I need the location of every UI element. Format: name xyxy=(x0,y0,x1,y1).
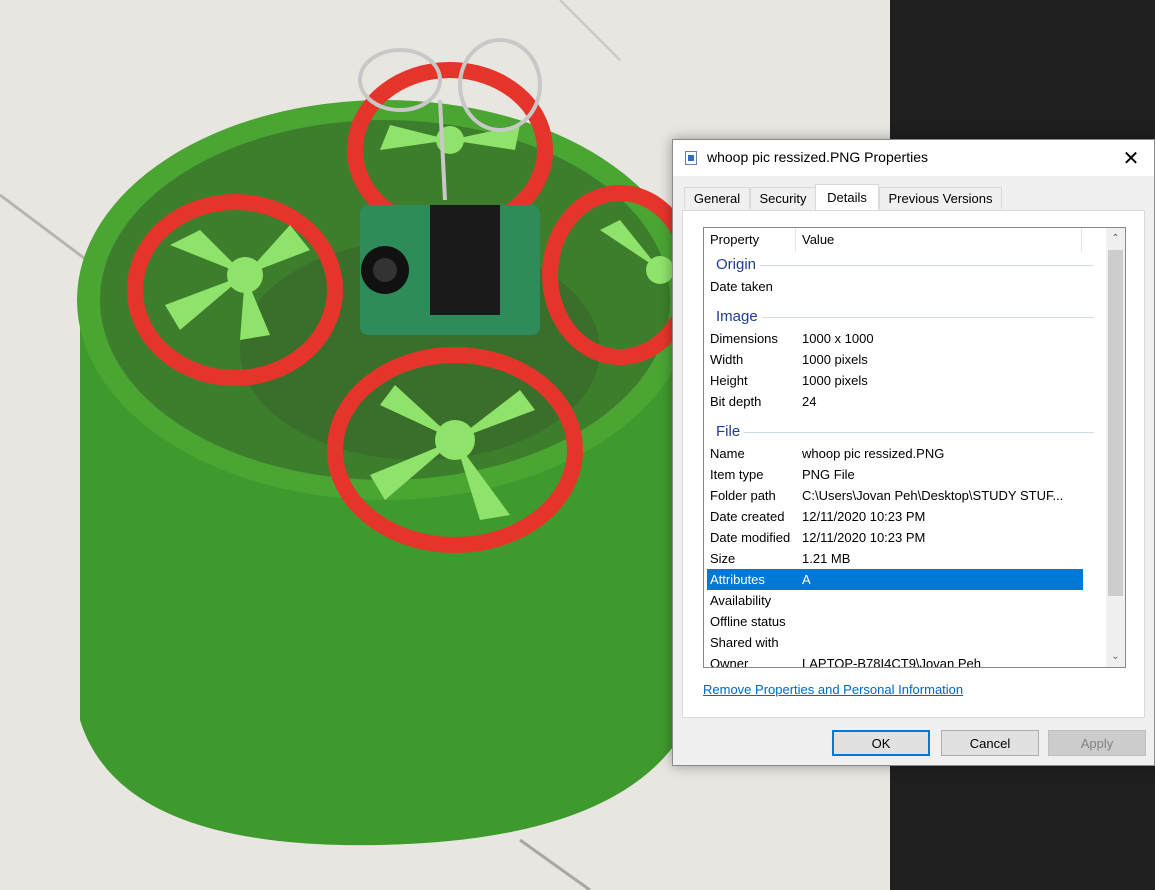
group-header-file: File xyxy=(704,419,1106,443)
tab-security[interactable]: Security xyxy=(750,187,816,209)
list-item[interactable]: Bit depth 24 xyxy=(704,391,1106,412)
list-item[interactable]: Offline status xyxy=(704,611,1106,632)
property-list[interactable]: Property Value Origin Date taken Image D… xyxy=(703,227,1126,668)
list-item[interactable]: Height 1000 pixels xyxy=(704,370,1106,391)
group-header-image: Image xyxy=(704,304,1106,328)
column-header-property[interactable]: Property xyxy=(704,228,796,252)
list-item[interactable]: Date taken xyxy=(704,276,1106,297)
list-item-selected[interactable]: Attributes A xyxy=(707,569,1083,590)
title-bar[interactable]: whoop pic ressized.PNG Properties ✕ xyxy=(673,140,1154,176)
list-item[interactable]: Date modified 12/11/2020 10:23 PM xyxy=(704,527,1106,548)
list-item[interactable]: Width 1000 pixels xyxy=(704,349,1106,370)
list-item[interactable]: Dimensions 1000 x 1000 xyxy=(704,328,1106,349)
list-item[interactable]: Availability xyxy=(704,590,1106,611)
image-file-icon xyxy=(685,151,697,165)
tab-general[interactable]: General xyxy=(684,187,750,209)
property-rows: Origin Date taken Image Dimensions 1000 x… xyxy=(704,252,1106,667)
scroll-up-icon[interactable]: ⌃ xyxy=(1106,230,1125,247)
list-item[interactable]: Shared with xyxy=(704,632,1106,653)
scrollbar-thumb[interactable] xyxy=(1108,250,1123,596)
cancel-button[interactable]: Cancel xyxy=(941,730,1039,756)
list-header: Property Value xyxy=(704,228,1106,252)
close-icon: ✕ xyxy=(1122,147,1140,170)
tab-details[interactable]: Details xyxy=(815,184,879,210)
column-header-value[interactable]: Value xyxy=(796,228,1082,252)
ok-button[interactable]: OK xyxy=(832,730,930,756)
list-item[interactable]: Date created 12/11/2020 10:23 PM xyxy=(704,506,1106,527)
remove-properties-link[interactable]: Remove Properties and Personal Informati… xyxy=(703,682,963,697)
properties-dialog: whoop pic ressized.PNG Properties ✕ Gene… xyxy=(672,139,1155,766)
vertical-scrollbar[interactable]: ⌃ ⌄ xyxy=(1106,228,1125,667)
list-item[interactable]: Size 1.21 MB xyxy=(704,548,1106,569)
group-header-origin: Origin xyxy=(704,252,1106,276)
tab-previous-versions[interactable]: Previous Versions xyxy=(879,187,1002,209)
scroll-down-icon[interactable]: ⌄ xyxy=(1106,648,1125,665)
list-item[interactable]: Item type PNG File xyxy=(704,464,1106,485)
close-button[interactable]: ✕ xyxy=(1108,140,1154,176)
dialog-title: whoop pic ressized.PNG Properties xyxy=(707,149,928,165)
list-item[interactable]: Name whoop pic ressized.PNG xyxy=(704,443,1106,464)
details-panel: Property Value Origin Date taken Image D… xyxy=(682,210,1145,718)
list-item[interactable]: Folder path C:\Users\Jovan Peh\Desktop\ST… xyxy=(704,485,1106,506)
apply-button[interactable]: Apply xyxy=(1048,730,1146,756)
list-item[interactable]: Owner LAPTOP-B78I4CT9\Jovan Peh xyxy=(704,653,1106,667)
